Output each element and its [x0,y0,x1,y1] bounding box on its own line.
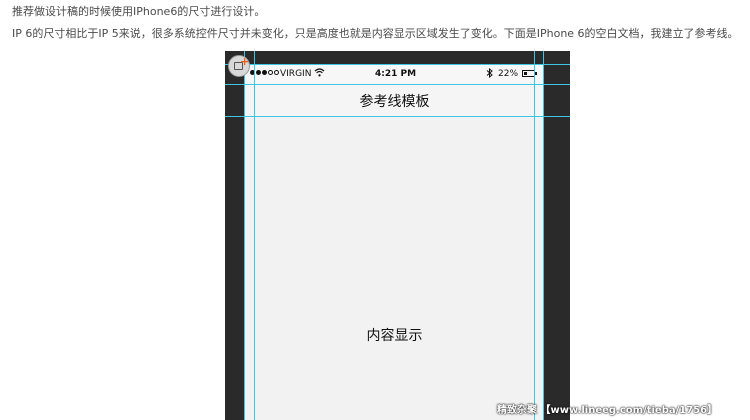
guide-line-vertical [254,51,255,420]
article-line-1: 推荐做设计稿的时候使用IPhone6的尺寸进行设计。 [12,5,266,18]
guide-line-horizontal [225,64,570,65]
guide-line-vertical [534,51,535,420]
page: 推荐做设计稿的时候使用IPhone6的尺寸进行设计。 IP 6的尺寸相比于IP … [0,0,750,420]
guide-line-vertical [244,51,245,420]
battery-percent: 22% [498,69,519,79]
status-time: 4:21 PM [375,69,417,79]
bluetooth-icon [486,68,493,78]
guide-line-horizontal [225,84,570,85]
add-frame-icon[interactable]: + [228,55,250,77]
guide-line-horizontal [225,116,570,117]
article-line-2: IP 6的尺寸相比于IP 5来说，很多系统控件尺寸并未变化，只是高度也就是内容显… [12,27,739,40]
watermark: 精致杂聚 【www.lineeg.com/tieba/1756】 [497,405,718,416]
wifi-icon [314,68,325,77]
content-label: 内容显示 [366,328,423,344]
nav-title: 参考线模板 [359,94,430,110]
carrier-name: VIRGIN [280,69,312,79]
guide-line-vertical [543,51,544,420]
phone-screen [245,64,544,420]
